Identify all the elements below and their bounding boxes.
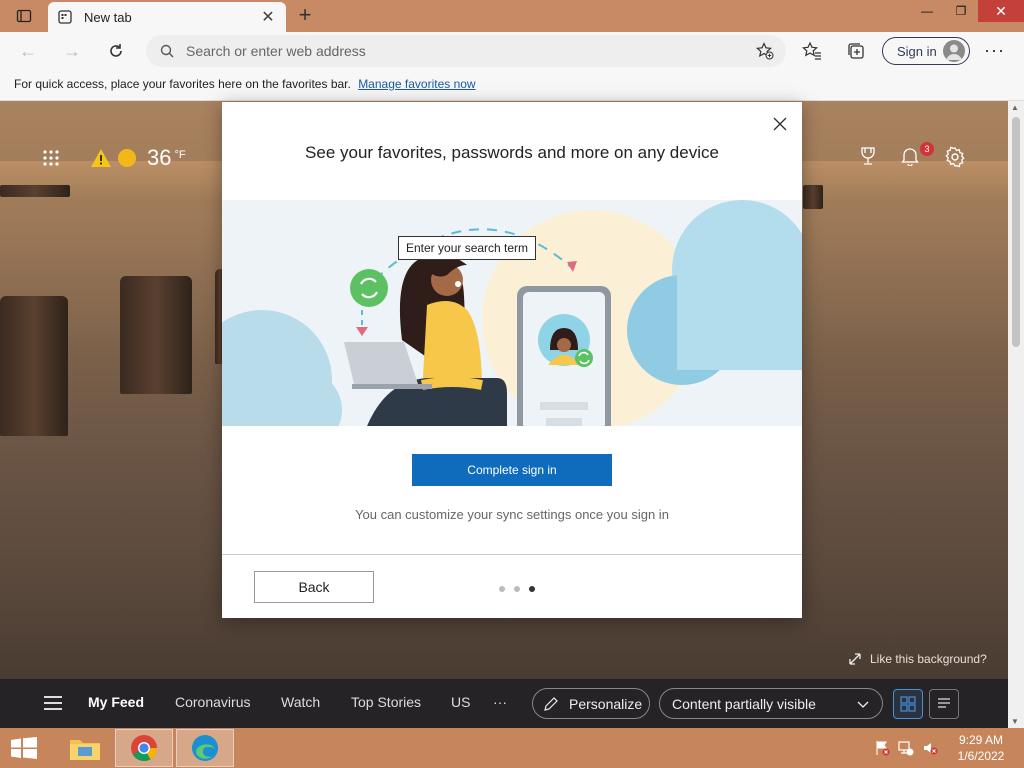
feed-navigation-bar: My Feed Coronavirus Watch Top Stories US… xyxy=(0,679,1008,728)
complete-sign-in-button[interactable]: Complete sign in xyxy=(412,454,612,486)
address-bar[interactable]: Search or enter web address xyxy=(146,35,786,67)
content-visibility-value: Content partially visible xyxy=(672,695,816,712)
pager-dot-active[interactable] xyxy=(529,586,535,592)
sync-illustration xyxy=(222,200,802,426)
background-post xyxy=(0,296,68,436)
collections-icon[interactable] xyxy=(845,40,867,62)
expand-icon xyxy=(849,653,861,665)
windows-taskbar: 9:29 AM 1/6/2022 xyxy=(0,728,1024,768)
new-tab-page-icon xyxy=(58,9,74,25)
window-controls: — ❐ ✕ xyxy=(910,0,1024,24)
scroll-up-icon[interactable]: ▲ xyxy=(1011,103,1019,112)
tab-title: New tab xyxy=(84,9,132,25)
scroll-down-icon[interactable]: ▼ xyxy=(1011,717,1019,726)
favorites-icon[interactable] xyxy=(801,40,823,62)
feed-tab-us[interactable]: US xyxy=(451,694,470,710)
search-icon xyxy=(160,44,174,58)
new-tab-button[interactable]: + xyxy=(292,4,318,28)
warning-icon xyxy=(91,149,111,167)
content-visibility-dropdown[interactable]: Content partially visible xyxy=(659,688,883,719)
pager-dot[interactable] xyxy=(514,586,520,592)
page-settings-gear-icon[interactable] xyxy=(944,146,966,173)
favorites-bar-message: For quick access, place your favorites h… xyxy=(14,77,351,91)
chevron-down-icon xyxy=(857,701,869,708)
avatar-icon xyxy=(943,40,965,62)
navigation-bar: ← → Search or enter web address Sign in … xyxy=(0,32,1024,70)
sync-signin-dialog: See your favorites, passwords and more o… xyxy=(222,102,802,618)
tab-close-icon[interactable]: ✕ xyxy=(260,7,276,27)
feed-tab-my-feed[interactable]: My Feed xyxy=(88,694,144,710)
sun-icon xyxy=(118,149,136,167)
feed-tab-coronavirus[interactable]: Coronavirus xyxy=(175,694,250,710)
pager-dots xyxy=(499,586,544,592)
system-clock[interactable]: 9:29 AM 1/6/2022 xyxy=(950,732,1012,764)
weather-widget[interactable]: 36 °F xyxy=(42,145,186,171)
feed-menu-icon[interactable] xyxy=(44,696,62,714)
refresh-icon[interactable] xyxy=(102,38,130,64)
sign-in-button[interactable]: Sign in xyxy=(882,37,970,65)
like-background-label: Like this background? xyxy=(870,652,987,666)
pencil-icon xyxy=(544,696,558,711)
page-scrollbar[interactable]: ▲ ▼ xyxy=(1008,101,1024,728)
temperature-unit: °F xyxy=(174,149,186,161)
address-placeholder: Search or enter web address xyxy=(186,43,366,59)
background-pier xyxy=(803,185,823,209)
close-dialog-icon[interactable] xyxy=(772,116,788,132)
restore-icon[interactable]: ❐ xyxy=(944,0,978,22)
more-options-icon[interactable]: ··· xyxy=(984,40,1005,61)
add-favorite-icon[interactable] xyxy=(756,42,774,65)
feed-tab-top-stories[interactable]: Top Stories xyxy=(351,694,421,710)
sync-settings-hint: You can customize your sync settings onc… xyxy=(355,507,669,522)
manage-favorites-link[interactable]: Manage favorites now xyxy=(358,77,475,91)
tab-actions-button[interactable] xyxy=(8,4,40,28)
forward-arrow-icon[interactable]: → xyxy=(58,38,86,64)
grid-view-icon[interactable] xyxy=(893,689,923,719)
notifications-bell-icon[interactable] xyxy=(900,146,920,171)
background-pier xyxy=(0,185,70,197)
temperature: 36 °F xyxy=(147,145,186,171)
close-window-icon[interactable]: ✕ xyxy=(978,0,1024,22)
personalize-label: Personalize xyxy=(569,695,643,712)
search-tooltip: Enter your search term xyxy=(398,236,537,260)
clock-time: 9:29 AM xyxy=(958,733,1004,747)
temperature-value: 36 xyxy=(147,145,172,170)
clock-date: 1/6/2022 xyxy=(957,749,1005,763)
back-button[interactable]: Back xyxy=(254,571,374,603)
network-icon[interactable] xyxy=(898,740,914,761)
chrome-icon[interactable] xyxy=(115,729,173,767)
dialog-divider xyxy=(222,554,802,555)
file-explorer-icon[interactable] xyxy=(56,729,114,767)
apps-launcher-icon[interactable] xyxy=(42,149,60,167)
tab-actions-icon xyxy=(16,9,32,23)
notification-badge: 3 xyxy=(920,142,934,156)
like-background-link[interactable]: Like this background? xyxy=(848,652,987,666)
edge-icon[interactable] xyxy=(176,729,234,767)
pager-dot[interactable] xyxy=(499,586,505,592)
action-center-flag-icon[interactable] xyxy=(874,740,890,761)
volume-muted-icon[interactable] xyxy=(922,740,938,761)
scrollbar-thumb[interactable] xyxy=(1012,117,1020,347)
personalize-button[interactable]: Personalize xyxy=(532,688,650,719)
favorites-bar: For quick access, place your favorites h… xyxy=(0,70,1024,101)
minimize-icon[interactable]: — xyxy=(910,0,944,22)
windows-start-icon[interactable] xyxy=(10,737,38,759)
dialog-title: See your favorites, passwords and more o… xyxy=(305,143,719,162)
background-post xyxy=(120,276,192,394)
title-bar: New tab ✕ + — ❐ ✕ xyxy=(0,0,1024,32)
sync-illustration-graphic xyxy=(222,200,802,426)
back-arrow-icon[interactable]: ← xyxy=(14,38,42,64)
list-view-icon[interactable] xyxy=(929,689,959,719)
rewards-icon[interactable] xyxy=(858,146,878,171)
feed-more-button[interactable]: ··· xyxy=(493,694,507,710)
sign-in-label: Sign in xyxy=(897,43,937,59)
tab-new-tab[interactable]: New tab ✕ xyxy=(48,2,286,32)
feed-tab-watch[interactable]: Watch xyxy=(281,694,320,710)
